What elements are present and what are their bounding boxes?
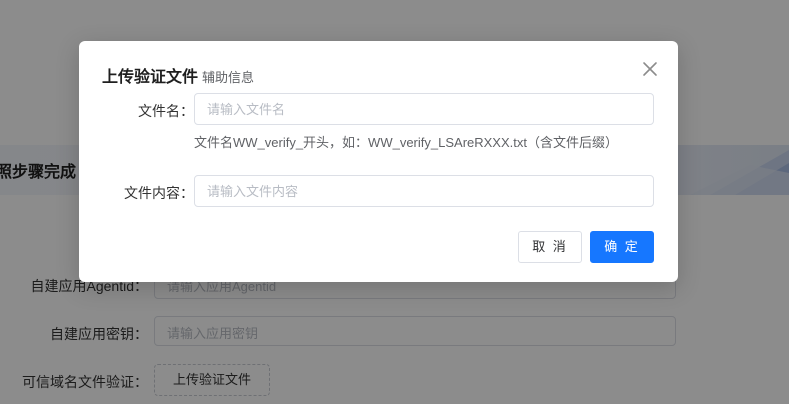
filename-label: 文件名： [138, 103, 194, 119]
filecontent-input[interactable] [194, 175, 654, 207]
dialog-subtitle: 辅助信息 [202, 70, 255, 85]
filecontent-label: 文件内容： [124, 185, 194, 201]
upload-dialog: 上传验证文件 辅助信息 文件名： 文件名WW_verify_开头，如：WW_ve… [79, 41, 678, 282]
cancel-button[interactable]: 取 消 [518, 231, 582, 263]
filename-hint: 文件名WW_verify_开头，如：WW_verify_LSAreRXXX.tx… [194, 135, 618, 150]
close-icon[interactable] [641, 60, 659, 78]
confirm-button[interactable]: 确 定 [590, 231, 654, 263]
dialog-title: 上传验证文件 [102, 69, 199, 86]
filename-input[interactable] [194, 93, 654, 125]
